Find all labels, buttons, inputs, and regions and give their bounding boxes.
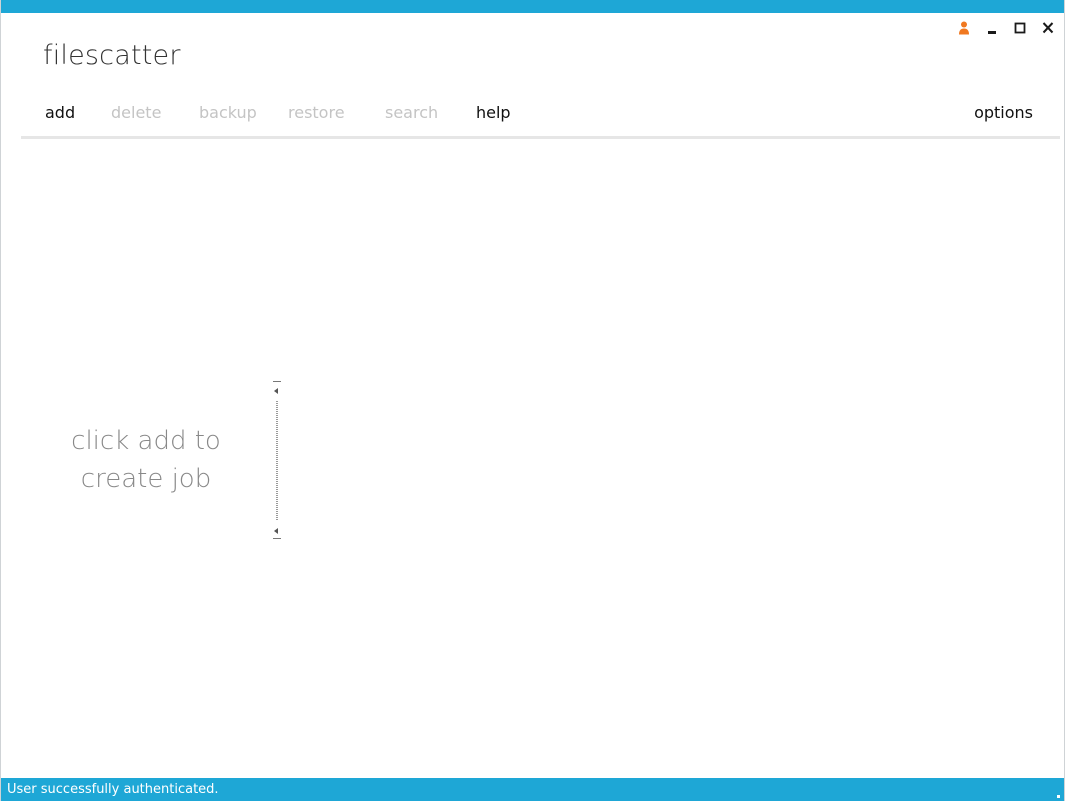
minimize-icon[interactable] bbox=[986, 21, 998, 35]
status-text: User successfully authenticated. bbox=[7, 782, 219, 797]
close-icon[interactable] bbox=[1042, 21, 1054, 35]
backup-button[interactable]: backup bbox=[199, 103, 257, 122]
splitter-bottom-tick bbox=[273, 538, 281, 539]
splitter-grip[interactable] bbox=[276, 401, 278, 521]
app-window: filescatter add delete backup restore se… bbox=[0, 0, 1065, 801]
empty-jobs-hint: click add to create job bbox=[41, 422, 251, 498]
resize-grip-icon[interactable] bbox=[1057, 795, 1060, 798]
empty-hint-line-2: create job bbox=[80, 464, 212, 494]
panel-splitter[interactable] bbox=[271, 381, 285, 539]
maximize-icon[interactable] bbox=[1014, 21, 1026, 35]
empty-hint-line-1: click add to bbox=[71, 426, 221, 456]
menu-divider bbox=[21, 136, 1060, 139]
splitter-top-tick bbox=[273, 381, 281, 382]
user-icon[interactable] bbox=[958, 21, 970, 35]
status-bar: User successfully authenticated. bbox=[1, 778, 1064, 801]
add-button[interactable]: add bbox=[45, 103, 75, 122]
options-button[interactable]: options bbox=[974, 103, 1033, 122]
window-controls bbox=[958, 18, 1054, 38]
collapse-arrow-icon[interactable] bbox=[274, 388, 278, 394]
delete-button[interactable]: delete bbox=[111, 103, 161, 122]
app-title: filescatter bbox=[43, 40, 181, 71]
restore-button[interactable]: restore bbox=[288, 103, 345, 122]
help-button[interactable]: help bbox=[476, 103, 511, 122]
menu-bar: add delete backup restore search help op… bbox=[45, 103, 1044, 127]
expand-arrow-icon[interactable] bbox=[274, 528, 278, 534]
search-button[interactable]: search bbox=[385, 103, 438, 122]
title-bar-accent bbox=[1, 0, 1064, 13]
